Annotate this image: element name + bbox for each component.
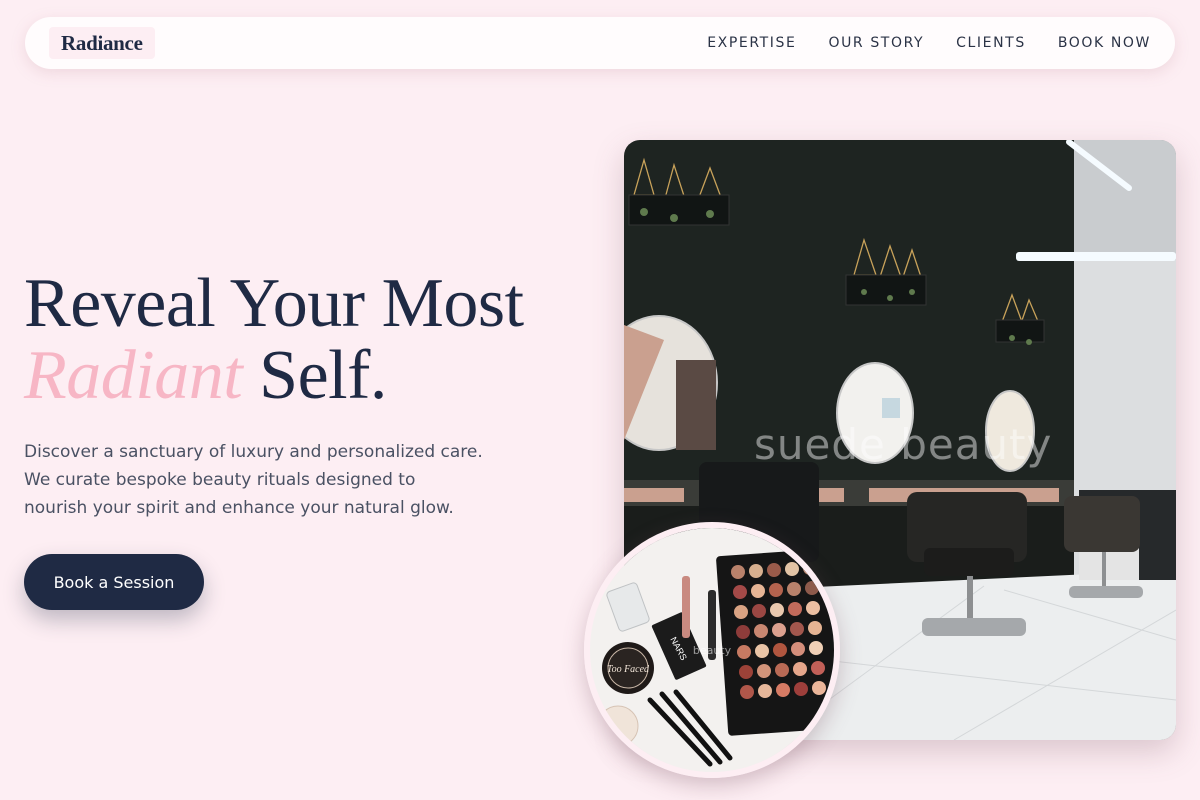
makeup-watermark-text: beauty: [693, 644, 732, 657]
book-session-button[interactable]: Book a Session: [24, 554, 204, 610]
headline-accent-word: Radiant: [24, 337, 243, 414]
top-navbar: Radiance EXPERTISE OUR STORY CLIENTS BOO…: [25, 17, 1175, 69]
makeup-illustration: Too Faced NARS beauty: [590, 528, 834, 772]
salon-watermark-text: suede beauty: [754, 420, 1053, 469]
nav-link-clients[interactable]: CLIENTS: [956, 35, 1026, 51]
hero-headline: Reveal Your Most Radiant Self.: [24, 268, 524, 412]
nav-link-book-now[interactable]: BOOK NOW: [1058, 35, 1151, 51]
brand-logo[interactable]: Radiance: [49, 27, 155, 59]
makeup-flatlay-image: Too Faced NARS beauty: [584, 522, 840, 778]
nav-link-our-story[interactable]: OUR STORY: [828, 35, 924, 51]
nav-links: EXPERTISE OUR STORY CLIENTS BOOK NOW: [675, 17, 1151, 69]
hero-description: Discover a sanctuary of luxury and perso…: [24, 442, 483, 518]
nav-link-expertise[interactable]: EXPERTISE: [707, 35, 796, 51]
compact-brand-label: Too Faced: [607, 664, 650, 675]
headline-rest: Self.: [259, 337, 387, 414]
headline-line1: Reveal Your Most: [24, 265, 524, 342]
